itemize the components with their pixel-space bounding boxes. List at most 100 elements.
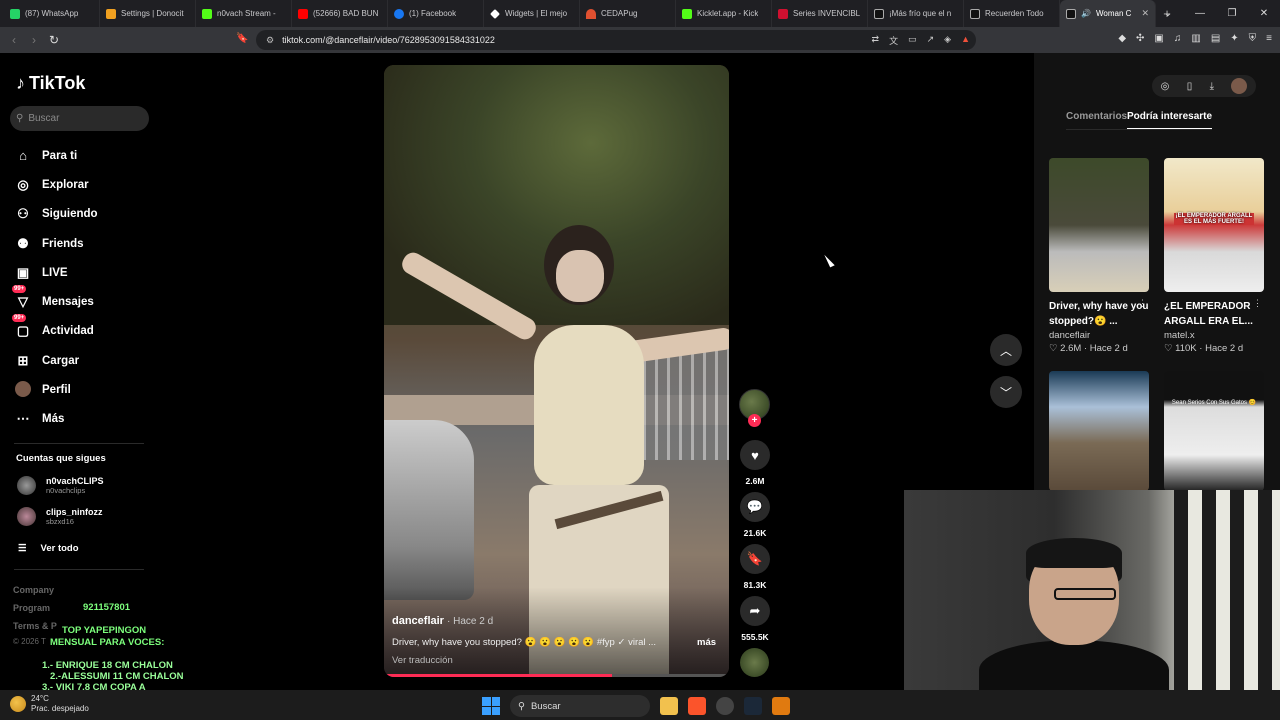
minimize-button[interactable]: — — [1184, 0, 1216, 27]
browser-tab-active[interactable]: 🔊 Woman C ✕ — [1060, 0, 1156, 27]
taskbar-search[interactable]: ⚲ Buscar — [510, 695, 650, 717]
tab-comentarios[interactable]: Comentarios — [1066, 111, 1127, 130]
previous-video-button[interactable]: ︿ — [990, 334, 1022, 366]
translate-button[interactable]: Ver traducción — [392, 655, 453, 666]
nav-item-para-ti[interactable]: ⌂ Para ti — [14, 141, 98, 170]
speaker-icon[interactable]: 🔊 — [1081, 9, 1091, 18]
video-thumbnail[interactable]: ¡EL EMPERADOR ARGALL ES EL MÁS FUERTE! — [1164, 158, 1264, 292]
nav-item-cargar[interactable]: ⊞ Cargar — [14, 346, 98, 375]
site-settings-icon[interactable]: ⚙ — [266, 35, 274, 46]
see-all-button[interactable]: ☰ Ver todo — [18, 543, 79, 554]
live-icon: ▣ — [16, 264, 30, 280]
more-options-icon[interactable]: ⋮ — [1138, 298, 1147, 309]
maximize-button[interactable]: ❐ — [1216, 0, 1248, 27]
nav-item-perfil[interactable]: Perfil — [14, 375, 98, 404]
browser-tab[interactable]: ¡Más frío que el n — [868, 0, 964, 27]
following-account[interactable]: clips_ninfozz sbzxd16 — [17, 507, 103, 526]
avatar[interactable] — [1231, 78, 1248, 94]
video-author[interactable]: danceflair · Hace 2 d — [392, 615, 493, 627]
music-icon[interactable]: ♫ — [1174, 33, 1182, 44]
file-explorer-icon[interactable] — [660, 697, 678, 715]
next-video-button[interactable]: ﹀ — [990, 376, 1022, 408]
bookmark-icon[interactable]: 🔖 — [236, 33, 248, 44]
card-author[interactable]: matel.x — [1164, 330, 1264, 341]
extension-icon[interactable]: ▣ — [1154, 33, 1163, 44]
nav-item-live[interactable]: ▣ LIVE — [14, 258, 98, 287]
related-video-card[interactable]: Sean Serios Con Sus Gatos 😊 — [1164, 371, 1264, 491]
card-author[interactable]: danceflair — [1049, 330, 1149, 341]
browser-tab[interactable]: Settings | Donocit — [100, 0, 196, 27]
nav-item-actividad[interactable]: ▢ 99+ Actividad — [12, 314, 98, 346]
video-thumbnail[interactable] — [1049, 158, 1149, 292]
footer-link[interactable]: Program — [13, 603, 50, 613]
share-icon[interactable]: ↗ — [927, 34, 935, 47]
related-video-card[interactable]: Driver, why have you stopped?😮 ... ⋮ dan… — [1049, 158, 1149, 354]
reload-button[interactable]: ↻ — [44, 33, 64, 47]
tab-podria-interesarte[interactable]: Podría interesarte — [1127, 111, 1213, 130]
app-icon[interactable] — [772, 697, 790, 715]
puzzle-icon[interactable]: ✣ — [1136, 33, 1144, 44]
comment-button[interactable]: 💬 — [740, 492, 770, 522]
brave-icon[interactable] — [688, 697, 706, 715]
browser-tab[interactable]: Series INVENCIBL — [772, 0, 868, 27]
notification-badge: 99+ — [12, 314, 27, 323]
following-account[interactable]: n0vachCLIPS n0vachclips — [17, 476, 104, 495]
nav-item-mas[interactable]: ⋯ Más — [14, 405, 98, 434]
browser-tab[interactable]: Widgets | El mejo — [484, 0, 580, 27]
vpn-icon[interactable]: ⛨ — [1249, 33, 1257, 44]
browser-tab[interactable]: n0vach Stream - — [196, 0, 292, 27]
video-thumbnail[interactable] — [1049, 371, 1149, 491]
back-button[interactable]: ‹ — [4, 33, 24, 47]
windows-start-icon[interactable] — [482, 697, 500, 715]
steam-icon[interactable] — [744, 697, 762, 715]
browser-tab[interactable]: (1) Facebook — [388, 0, 484, 27]
save-button[interactable]: 🔖 — [740, 544, 770, 574]
brave-shield-icon[interactable]: ◈ — [944, 34, 951, 47]
obs-icon[interactable] — [716, 697, 734, 715]
sidebar-icon[interactable]: ▥ — [1191, 33, 1200, 44]
close-tab-icon[interactable]: ✕ — [1141, 8, 1149, 19]
nav-item-siguiendo[interactable]: ⚇ Siguiendo — [14, 200, 97, 229]
translate-icon[interactable]: 文 — [889, 34, 898, 47]
footer-link[interactable]: Company — [13, 585, 54, 595]
device-icon[interactable]: ▯ — [1187, 81, 1193, 92]
url-bar[interactable]: ⚙ tiktok.com/@danceflair/video/762895309… — [256, 30, 976, 50]
more-options-icon[interactable]: ⋮ — [1253, 298, 1262, 309]
extension-icon[interactable]: ◆ — [1118, 33, 1126, 44]
brave-rewards-icon[interactable]: ▲ — [961, 34, 970, 47]
footer-link[interactable]: Terms & P — [13, 621, 57, 631]
translate-off-icon[interactable]: ⇄ — [872, 34, 880, 47]
menu-icon[interactable]: ≡ — [1266, 33, 1272, 44]
close-window-button[interactable]: ✕ — [1248, 0, 1280, 27]
webcam-overlay — [904, 490, 1280, 690]
nav-item-explorar[interactable]: ◎ Explorar — [14, 170, 98, 199]
related-video-card[interactable]: ¡EL EMPERADOR ARGALL ES EL MÁS FUERTE! ¿… — [1164, 158, 1264, 354]
cast-icon[interactable]: ▭ — [908, 34, 917, 47]
browser-tab[interactable]: Kicklet.app - Kick — [676, 0, 772, 27]
browser-tab[interactable]: Recuerden Todo — [964, 0, 1060, 27]
download-icon[interactable]: ⤓ — [1210, 81, 1214, 92]
follow-button[interactable]: + — [748, 414, 761, 427]
forward-button[interactable]: › — [24, 33, 44, 47]
browser-tab[interactable]: (87) WhatsApp — [4, 0, 100, 27]
more-icon: ⋯ — [16, 411, 30, 427]
wallet-icon[interactable]: ▤ — [1211, 33, 1220, 44]
chevron-down-icon[interactable]: ⌄ — [1152, 0, 1184, 27]
sound-disc[interactable] — [740, 648, 769, 677]
weather-widget[interactable]: 24°C Prac. despejado — [10, 694, 89, 714]
video-progress-bar[interactable] — [384, 674, 729, 677]
like-button[interactable]: ♥ — [740, 440, 770, 470]
share-button[interactable]: ➦ — [740, 596, 770, 626]
related-video-card[interactable] — [1049, 371, 1149, 491]
more-button[interactable]: más — [697, 637, 716, 648]
tiktok-logo[interactable]: ♪ TikTok — [16, 73, 85, 94]
browser-tab[interactable]: CEDAPug — [580, 0, 676, 27]
video-player[interactable]: danceflair · Hace 2 d Driver, why have y… — [384, 65, 729, 677]
ai-icon[interactable]: ✦ — [1230, 33, 1238, 44]
nav-item-friends[interactable]: ⚉ Friends — [14, 229, 98, 258]
video-thumbnail[interactable]: Sean Serios Con Sus Gatos 😊 — [1164, 371, 1264, 491]
coin-icon[interactable]: ◎ — [1161, 81, 1170, 92]
nav-item-mensajes[interactable]: ▽ 99+ Mensajes — [12, 285, 98, 316]
search-input[interactable]: ⚲ Buscar — [10, 106, 149, 131]
browser-tab[interactable]: (52666) BAD BUN — [292, 0, 388, 27]
